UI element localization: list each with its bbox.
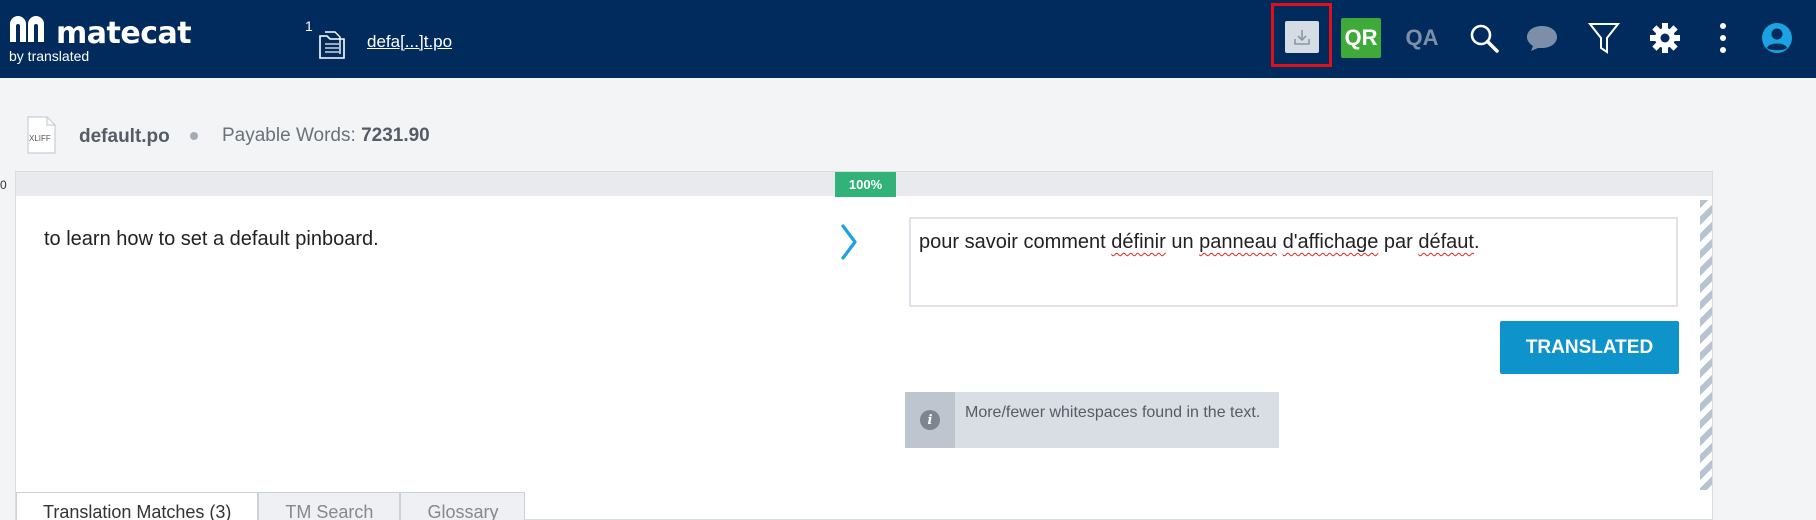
target-editor[interactable]: pour savoir comment définir un panneau d… (909, 217, 1678, 307)
more-vertical-icon (1720, 23, 1726, 53)
payable-words-label: Payable Words: (222, 125, 356, 146)
payable-words-value: 7231.90 (361, 125, 430, 146)
download-icon-wrap (1285, 21, 1319, 53)
file-name: default.po (79, 126, 170, 147)
payable-words: Payable Words: 7231.90 (222, 125, 430, 147)
comment-icon (1527, 26, 1557, 51)
warning-message: i More/fewer whitespaces found in the te… (905, 392, 1279, 448)
filter-icon (1588, 23, 1620, 54)
file-count: 1 (305, 18, 313, 34)
segment-tabs: Translation Matches (3) TM Search Glossa… (16, 492, 526, 520)
folder-files-icon (319, 31, 345, 59)
comments-button[interactable] (1522, 18, 1562, 58)
misspelled-word: défaut (1418, 231, 1474, 253)
source-text: to learn how to set a default pinboard. (44, 228, 379, 250)
chevron-right-icon[interactable] (836, 220, 862, 264)
xliff-file-icon: XLIFF (27, 116, 56, 154)
qa-button[interactable]: QA (1402, 18, 1442, 58)
more-menu-button[interactable] (1708, 18, 1738, 58)
target-text-fragment: un (1165, 231, 1200, 253)
target-text-fragment: par (1378, 231, 1419, 253)
misspelled-word: d'affichage (1282, 231, 1379, 253)
search-icon (1470, 24, 1499, 53)
logo-mark-icon (10, 16, 44, 42)
file-link[interactable]: defa[...]t.po (367, 32, 452, 52)
tab-translation-matches[interactable]: Translation Matches (3) (16, 492, 259, 520)
user-menu-button[interactable] (1757, 18, 1797, 58)
logo-subtitle: by translated (9, 48, 90, 64)
separator-dot (190, 132, 198, 140)
search-button[interactable] (1464, 18, 1504, 58)
tab-glossary[interactable]: Glossary (400, 492, 526, 520)
warning-text: More/fewer whitespaces found in the text… (965, 404, 1261, 421)
download-button[interactable] (1271, 3, 1332, 67)
settings-button[interactable] (1645, 18, 1685, 58)
info-icon: i (920, 410, 940, 430)
info-icon-wrap: i (905, 392, 955, 448)
filter-button[interactable] (1584, 18, 1624, 58)
segment-number-fragment: 0 (0, 178, 7, 192)
logo-wordmark: matecat (56, 16, 192, 51)
misspelled-word: définir (1111, 231, 1166, 253)
top-bar: matecat by translated 1 defa[...]t.po QR… (0, 0, 1816, 78)
download-icon (1294, 30, 1310, 45)
match-percentage-badge: 100% (835, 172, 896, 197)
segment-status-stripe (1700, 200, 1712, 490)
qr-button[interactable]: QR (1341, 18, 1381, 58)
file-info-bar: XLIFF default.po Payable Words: 7231.90 (0, 110, 800, 160)
target-text[interactable]: pour savoir comment définir un panneau d… (919, 231, 1480, 254)
tab-tm-search[interactable]: TM Search (258, 492, 401, 520)
segment-editor: 100% to learn how to set a default pinbo… (15, 171, 1713, 520)
target-text-fragment: . (1473, 231, 1480, 253)
gear-icon (1650, 23, 1680, 53)
misspelled-word: panneau (1199, 231, 1278, 253)
file-type-label: XLIFF (29, 134, 51, 143)
target-text-fragment: pour savoir comment (919, 231, 1112, 253)
translated-button[interactable]: TRANSLATED (1500, 321, 1679, 374)
user-icon (1762, 23, 1792, 53)
